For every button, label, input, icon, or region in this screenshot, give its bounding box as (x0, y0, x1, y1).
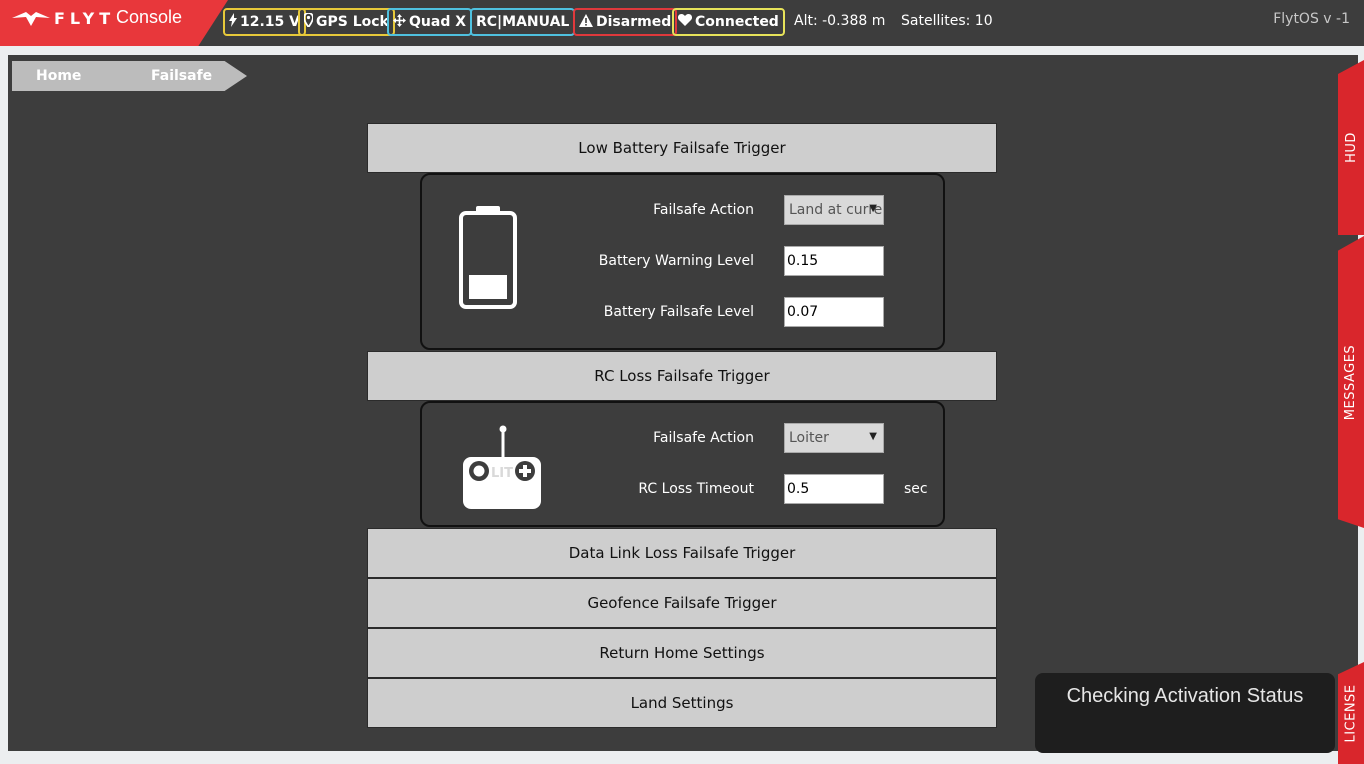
bolt-icon (229, 13, 237, 31)
low-battery-settings-box: Failsafe Action Land at current ▼ Batter… (420, 173, 945, 350)
rc-mode-badge[interactable]: RC|MANUAL (470, 8, 576, 36)
rc-failsafe-action-label: Failsafe Action (653, 430, 754, 446)
land-settings-header[interactable]: Land Settings (367, 678, 997, 728)
gps-status-label: GPS Lock (316, 14, 389, 30)
geofence-failsafe-header[interactable]: Geofence Failsafe Trigger (367, 578, 997, 628)
flytos-version: FlytOS v -1 (1273, 11, 1350, 27)
dropdown-arrow-icon: ▼ (869, 431, 877, 442)
messages-side-tab[interactable]: MESSAGES (1338, 236, 1364, 528)
rc-loss-failsafe-header[interactable]: RC Loss Failsafe Trigger (367, 351, 997, 401)
warning-icon (579, 13, 593, 31)
battery-action-row: Failsafe Action Land at current ▼ (422, 195, 943, 225)
map-marker-icon (303, 12, 314, 31)
connection-status-label: Connected (695, 14, 779, 30)
activation-status-message: Checking Activation Status (1066, 685, 1304, 707)
low-battery-failsafe-header[interactable]: Low Battery Failsafe Trigger (367, 123, 997, 173)
license-side-tab[interactable]: LICENSE (1338, 662, 1364, 764)
hud-side-tab[interactable]: HUD (1338, 60, 1364, 235)
top-bar: FLYT Console 12.15 V GPS Lock Quad X RC|… (0, 0, 1364, 46)
failsafe-panel: Home Failsafe Low Battery Failsafe Trigg… (8, 55, 1358, 751)
move-arrows-icon (393, 13, 406, 31)
battery-voltage-badge[interactable]: 12.15 V (223, 8, 306, 36)
dropdown-arrow-icon: ▼ (869, 203, 877, 214)
battery-failsafe-action-select[interactable]: Land at current ▼ (784, 195, 884, 225)
battery-failsafe-level-label: Battery Failsafe Level (603, 304, 754, 320)
battery-voltage-label: 12.15 V (240, 14, 300, 30)
rc-loss-timeout-input[interactable] (784, 474, 884, 504)
rc-failsafe-action-value: Loiter (789, 430, 829, 446)
logo-console-text: Console (116, 7, 183, 27)
rc-loss-settings-box: LIT Failsafe Action Loiter ▼ RC Loss Tim… (420, 401, 945, 527)
rc-failsafe-action-select[interactable]: Loiter ▼ (784, 423, 884, 453)
battery-failsafe-row: Battery Failsafe Level (422, 297, 943, 327)
rc-mode-label: RC|MANUAL (476, 14, 570, 30)
battery-warning-row: Battery Warning Level (422, 246, 943, 276)
battery-failsafe-action-label: Failsafe Action (653, 202, 754, 218)
gps-status-badge[interactable]: GPS Lock (298, 8, 395, 36)
rc-loss-timeout-unit: sec (904, 481, 928, 497)
flyt-console-logo[interactable]: FLYT Console (0, 0, 228, 46)
logo-flyt-text: FLYT (54, 9, 116, 28)
messages-tab-label: MESSAGES (1343, 344, 1359, 420)
rc-timeout-row: RC Loss Timeout sec (422, 474, 943, 504)
rc-loss-timeout-label: RC Loss Timeout (638, 481, 754, 497)
connection-status-badge[interactable]: Connected (672, 8, 785, 36)
frame-type-label: Quad X (409, 14, 467, 30)
license-tab-label: LICENSE (1343, 683, 1359, 743)
battery-warning-level-input[interactable] (784, 246, 884, 276)
battery-warning-level-label: Battery Warning Level (598, 253, 754, 269)
satellites-readout: Satellites: 10 (901, 13, 993, 29)
rc-action-row: Failsafe Action Loiter ▼ (422, 423, 943, 453)
activation-status-toast: Checking Activation Status (1035, 673, 1335, 753)
breadcrumb-home[interactable]: Home (12, 61, 130, 91)
frame-type-badge[interactable]: Quad X (387, 8, 473, 36)
return-home-settings-header[interactable]: Return Home Settings (367, 628, 997, 678)
data-link-loss-failsafe-header[interactable]: Data Link Loss Failsafe Trigger (367, 528, 997, 578)
drone-logo-icon (12, 12, 50, 26)
hud-tab-label: HUD (1343, 132, 1359, 163)
heart-icon (677, 14, 693, 30)
arm-status-badge[interactable]: Disarmed (573, 8, 678, 36)
arm-status-label: Disarmed (596, 14, 672, 30)
battery-failsafe-level-input[interactable] (784, 297, 884, 327)
altitude-readout: Alt: -0.388 m (794, 13, 886, 29)
